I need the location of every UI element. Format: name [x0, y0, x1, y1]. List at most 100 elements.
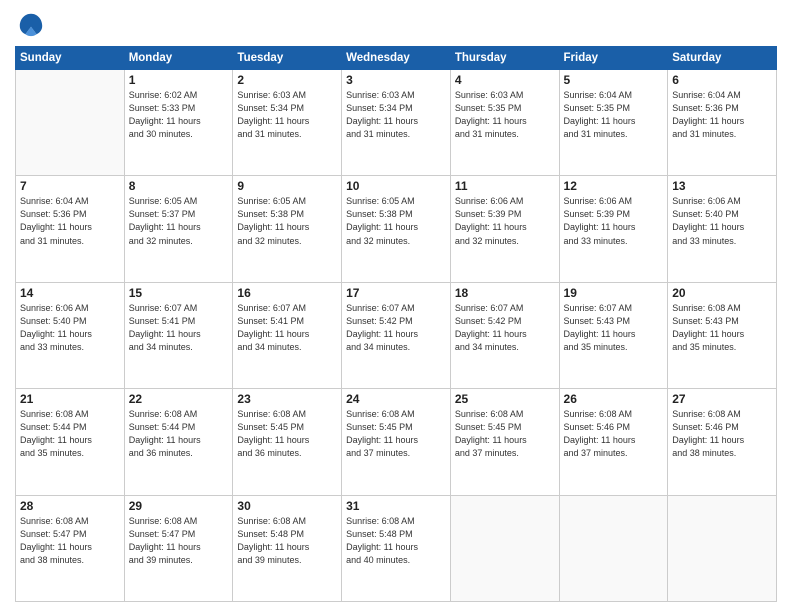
day-cell-11: 11 Sunrise: 6:06 AM Sunset: 5:39 PM Dayli… — [450, 176, 559, 282]
day-cell-24: 24Sunrise: 6:08 AM Sunset: 5:45 PM Dayli… — [342, 389, 451, 495]
day-cell-23: 23 Sunrise: 6:08 AM Sunset: 5:45 PM Dayli… — [233, 389, 342, 495]
day-info: Sunrise: 6:08 AM Sunset: 5:45 PM Dayligh… — [237, 408, 337, 460]
day-info: Sunrise: 6:04 AM Sunset: 5:36 PM Dayligh… — [20, 195, 120, 247]
day-info: Sunrise: 6:07 AM Sunset: 5:41 PM Dayligh… — [129, 302, 229, 354]
header-row: SundayMondayTuesdayWednesdayThursdayFrid… — [16, 47, 777, 70]
day-info: Sunrise: 6:07 AM Sunset: 5:42 PM Dayligh… — [346, 302, 446, 354]
day-number: 17 — [346, 286, 446, 300]
day-number: 26 — [564, 392, 664, 406]
day-cell-2: 2Sunrise: 6:03 AM Sunset: 5:34 PM Daylig… — [233, 70, 342, 176]
day-number: 31 — [346, 499, 446, 513]
day-number: 25 — [455, 392, 555, 406]
day-cell-30: 30Sunrise: 6:08 AM Sunset: 5:48 PM Dayli… — [233, 495, 342, 601]
day-cell-25: 25 Sunrise: 6:08 AM Sunset: 5:45 PM Dayli… — [450, 389, 559, 495]
day-cell-28: 28 Sunrise: 6:08 AM Sunset: 5:47 PM Dayli… — [16, 495, 125, 601]
empty-cell — [16, 70, 125, 176]
day-cell-29: 29 Sunrise: 6:08 AM Sunset: 5:47 PM Dayli… — [124, 495, 233, 601]
day-info: Sunrise: 6:08 AM Sunset: 5:44 PM Dayligh… — [20, 408, 120, 460]
day-cell-1: 1Sunrise: 6:02 AM Sunset: 5:33 PM Daylig… — [124, 70, 233, 176]
day-info: Sunrise: 6:06 AM Sunset: 5:39 PM Dayligh… — [455, 195, 555, 247]
day-cell-31: 31 Sunrise: 6:08 AM Sunset: 5:48 PM Dayli… — [342, 495, 451, 601]
day-cell-22: 22 Sunrise: 6:08 AM Sunset: 5:44 PM Dayli… — [124, 389, 233, 495]
day-info: Sunrise: 6:05 AM Sunset: 5:38 PM Dayligh… — [346, 195, 446, 247]
header-monday: Monday — [124, 47, 233, 70]
calendar-table: SundayMondayTuesdayWednesdayThursdayFrid… — [15, 46, 777, 602]
day-number: 7 — [20, 179, 120, 193]
day-cell-8: 8Sunrise: 6:05 AM Sunset: 5:37 PM Daylig… — [124, 176, 233, 282]
day-info: Sunrise: 6:04 AM Sunset: 5:35 PM Dayligh… — [564, 89, 664, 141]
page: SundayMondayTuesdayWednesdayThursdayFrid… — [0, 0, 792, 612]
day-number: 5 — [564, 73, 664, 87]
day-info: Sunrise: 6:05 AM Sunset: 5:37 PM Dayligh… — [129, 195, 229, 247]
day-number: 23 — [237, 392, 337, 406]
day-cell-7: 7 Sunrise: 6:04 AM Sunset: 5:36 PM Daylig… — [16, 176, 125, 282]
day-info: Sunrise: 6:04 AM Sunset: 5:36 PM Dayligh… — [672, 89, 772, 141]
day-info: Sunrise: 6:08 AM Sunset: 5:46 PM Dayligh… — [564, 408, 664, 460]
empty-cell — [668, 495, 777, 601]
day-number: 3 — [346, 73, 446, 87]
day-info: Sunrise: 6:08 AM Sunset: 5:45 PM Dayligh… — [346, 408, 446, 460]
header-sunday: Sunday — [16, 47, 125, 70]
logo — [15, 14, 45, 38]
day-number: 9 — [237, 179, 337, 193]
day-number: 22 — [129, 392, 229, 406]
week-row-0: 1Sunrise: 6:02 AM Sunset: 5:33 PM Daylig… — [16, 70, 777, 176]
header-thursday: Thursday — [450, 47, 559, 70]
day-cell-3: 3Sunrise: 6:03 AM Sunset: 5:34 PM Daylig… — [342, 70, 451, 176]
day-cell-14: 14Sunrise: 6:06 AM Sunset: 5:40 PM Dayli… — [16, 282, 125, 388]
day-cell-17: 17 Sunrise: 6:07 AM Sunset: 5:42 PM Dayli… — [342, 282, 451, 388]
day-info: Sunrise: 6:03 AM Sunset: 5:34 PM Dayligh… — [237, 89, 337, 141]
day-number: 12 — [564, 179, 664, 193]
header — [15, 10, 777, 38]
day-info: Sunrise: 6:08 AM Sunset: 5:44 PM Dayligh… — [129, 408, 229, 460]
empty-cell — [559, 495, 668, 601]
day-info: Sunrise: 6:08 AM Sunset: 5:47 PM Dayligh… — [20, 515, 120, 567]
day-cell-19: 19 Sunrise: 6:07 AM Sunset: 5:43 PM Dayli… — [559, 282, 668, 388]
day-cell-4: 4Sunrise: 6:03 AM Sunset: 5:35 PM Daylig… — [450, 70, 559, 176]
day-info: Sunrise: 6:07 AM Sunset: 5:41 PM Dayligh… — [237, 302, 337, 354]
week-row-2: 14Sunrise: 6:06 AM Sunset: 5:40 PM Dayli… — [16, 282, 777, 388]
day-number: 18 — [455, 286, 555, 300]
day-number: 15 — [129, 286, 229, 300]
empty-cell — [450, 495, 559, 601]
day-info: Sunrise: 6:06 AM Sunset: 5:39 PM Dayligh… — [564, 195, 664, 247]
day-info: Sunrise: 6:07 AM Sunset: 5:43 PM Dayligh… — [564, 302, 664, 354]
day-info: Sunrise: 6:08 AM Sunset: 5:45 PM Dayligh… — [455, 408, 555, 460]
day-cell-20: 20 Sunrise: 6:08 AM Sunset: 5:43 PM Dayli… — [668, 282, 777, 388]
day-info: Sunrise: 6:08 AM Sunset: 5:48 PM Dayligh… — [346, 515, 446, 567]
day-info: Sunrise: 6:05 AM Sunset: 5:38 PM Dayligh… — [237, 195, 337, 247]
day-cell-13: 13Sunrise: 6:06 AM Sunset: 5:40 PM Dayli… — [668, 176, 777, 282]
day-cell-18: 18Sunrise: 6:07 AM Sunset: 5:42 PM Dayli… — [450, 282, 559, 388]
header-friday: Friday — [559, 47, 668, 70]
day-info: Sunrise: 6:08 AM Sunset: 5:47 PM Dayligh… — [129, 515, 229, 567]
day-number: 28 — [20, 499, 120, 513]
day-cell-15: 15 Sunrise: 6:07 AM Sunset: 5:41 PM Dayli… — [124, 282, 233, 388]
day-cell-26: 26 Sunrise: 6:08 AM Sunset: 5:46 PM Dayli… — [559, 389, 668, 495]
day-info: Sunrise: 6:03 AM Sunset: 5:35 PM Dayligh… — [455, 89, 555, 141]
day-cell-9: 9 Sunrise: 6:05 AM Sunset: 5:38 PM Daylig… — [233, 176, 342, 282]
day-number: 21 — [20, 392, 120, 406]
day-cell-5: 5 Sunrise: 6:04 AM Sunset: 5:35 PM Daylig… — [559, 70, 668, 176]
week-row-4: 28 Sunrise: 6:08 AM Sunset: 5:47 PM Dayli… — [16, 495, 777, 601]
day-number: 11 — [455, 179, 555, 193]
header-saturday: Saturday — [668, 47, 777, 70]
header-wednesday: Wednesday — [342, 47, 451, 70]
day-number: 14 — [20, 286, 120, 300]
day-cell-21: 21 Sunrise: 6:08 AM Sunset: 5:44 PM Dayli… — [16, 389, 125, 495]
day-number: 1 — [129, 73, 229, 87]
day-number: 16 — [237, 286, 337, 300]
day-cell-12: 12 Sunrise: 6:06 AM Sunset: 5:39 PM Dayli… — [559, 176, 668, 282]
day-number: 13 — [672, 179, 772, 193]
day-cell-10: 10Sunrise: 6:05 AM Sunset: 5:38 PM Dayli… — [342, 176, 451, 282]
day-cell-27: 27Sunrise: 6:08 AM Sunset: 5:46 PM Dayli… — [668, 389, 777, 495]
day-info: Sunrise: 6:08 AM Sunset: 5:48 PM Dayligh… — [237, 515, 337, 567]
day-number: 27 — [672, 392, 772, 406]
day-cell-16: 16 Sunrise: 6:07 AM Sunset: 5:41 PM Dayli… — [233, 282, 342, 388]
day-cell-6: 6Sunrise: 6:04 AM Sunset: 5:36 PM Daylig… — [668, 70, 777, 176]
header-tuesday: Tuesday — [233, 47, 342, 70]
day-number: 19 — [564, 286, 664, 300]
logo-icon — [17, 10, 45, 38]
day-info: Sunrise: 6:08 AM Sunset: 5:43 PM Dayligh… — [672, 302, 772, 354]
day-number: 29 — [129, 499, 229, 513]
day-number: 20 — [672, 286, 772, 300]
